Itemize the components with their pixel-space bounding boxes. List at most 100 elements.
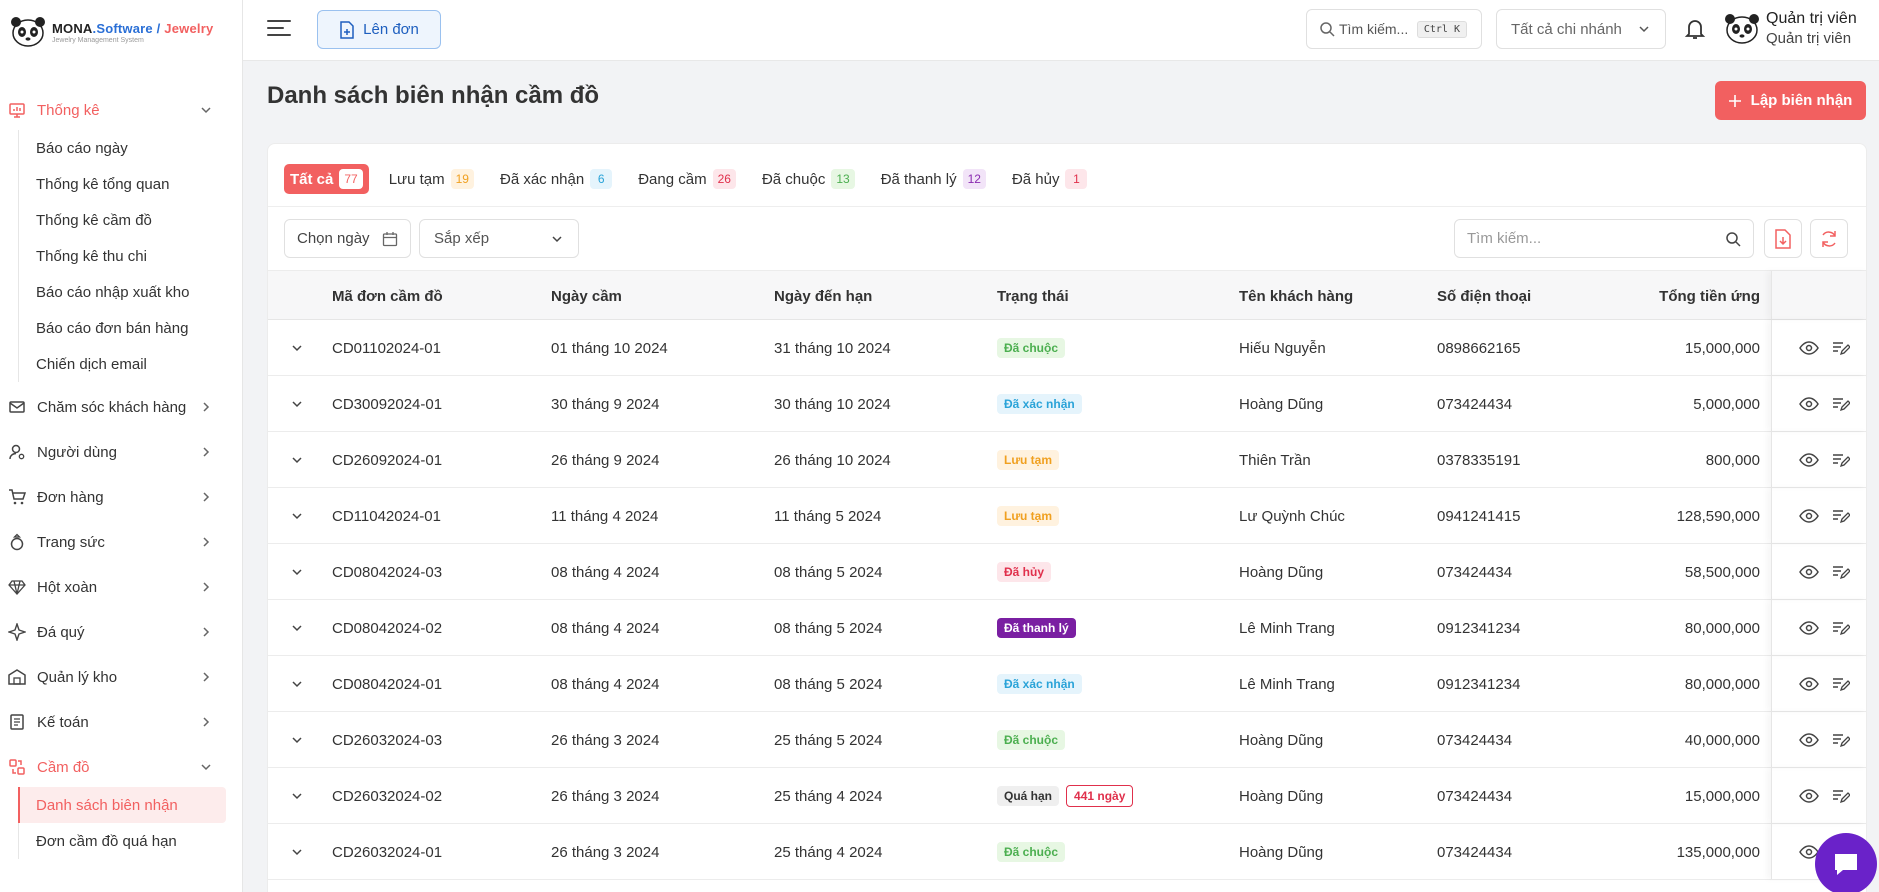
column-header[interactable]: Ngày đến hạn bbox=[774, 271, 872, 321]
chevron-right-icon bbox=[199, 490, 213, 504]
sidebar-item-chien-dich-email[interactable]: Chiến dịch email bbox=[19, 346, 243, 382]
sidebar-item-thong-ke-tong-quan[interactable]: Thống kê tổng quan bbox=[19, 166, 243, 202]
add-receipt-button[interactable]: Lập biên nhận bbox=[1715, 81, 1866, 120]
sort-select[interactable]: Sắp xếp bbox=[419, 219, 579, 258]
sidebar-group-trang-suc[interactable]: Trang sức bbox=[0, 522, 243, 562]
global-search-button[interactable]: Tìm kiếm... Ctrl K bbox=[1306, 9, 1482, 49]
sidebar-item-thong-ke-cam-do[interactable]: Thống kê cầm đồ bbox=[19, 202, 243, 238]
table-row[interactable]: CD01102024-01 01 tháng 10 2024 31 tháng 10… bbox=[268, 320, 1866, 376]
notification-bell-icon[interactable] bbox=[1684, 17, 1706, 41]
edit-icon[interactable] bbox=[1832, 564, 1851, 584]
column-header[interactable]: Trạng thái bbox=[997, 271, 1069, 321]
create-order-button[interactable]: Lên đơn bbox=[317, 10, 441, 49]
ledger-icon bbox=[8, 713, 26, 731]
edit-icon[interactable] bbox=[1832, 508, 1851, 528]
expand-row-icon[interactable] bbox=[285, 376, 309, 432]
view-eye-icon[interactable] bbox=[1799, 789, 1819, 807]
edit-icon[interactable] bbox=[1832, 340, 1851, 360]
sidebar-group-label: Thống kê bbox=[37, 101, 100, 119]
column-header[interactable]: Ngày cầm bbox=[551, 271, 622, 321]
sidebar-item-don-cam-do-qua-han[interactable]: Đơn cầm đồ quá hạn bbox=[19, 823, 243, 859]
status-tab[interactable]: Lưu tạm 19 bbox=[383, 164, 480, 194]
sidebar-item-thong-ke-thu-chi[interactable]: Thống kê thu chi bbox=[19, 238, 243, 274]
expand-row-icon[interactable] bbox=[285, 768, 309, 824]
status-tab[interactable]: Đã chuộc 13 bbox=[756, 164, 861, 194]
table-row[interactable]: CD26032024-03 26 tháng 3 2024 25 tháng 5 2… bbox=[268, 712, 1866, 768]
view-eye-icon[interactable] bbox=[1799, 565, 1819, 583]
export-button[interactable] bbox=[1764, 219, 1802, 258]
view-eye-icon[interactable] bbox=[1799, 453, 1819, 471]
table-row[interactable]: CD11042024-01 11 tháng 4 2024 11 tháng 5 2… bbox=[268, 488, 1866, 544]
edit-icon[interactable] bbox=[1832, 676, 1851, 696]
status-tab[interactable]: Tất cả 77 bbox=[284, 164, 369, 194]
table-row[interactable]: CD26032024-01 26 tháng 3 2024 25 tháng 4 2… bbox=[268, 824, 1866, 880]
expand-row-icon[interactable] bbox=[285, 432, 309, 488]
table-row[interactable]: CD08042024-01 08 tháng 4 2024 08 tháng 5 2… bbox=[268, 656, 1866, 712]
sidebar-item-bao-cao-ngay[interactable]: Báo cáo ngày bbox=[19, 130, 243, 166]
column-header[interactable]: Số điện thoại bbox=[1437, 271, 1531, 321]
sidebar-group-da-quy[interactable]: Đá quý bbox=[0, 612, 243, 652]
sidebar-group-hot-xoan[interactable]: Hột xoàn bbox=[0, 567, 243, 607]
refresh-button[interactable] bbox=[1810, 219, 1848, 258]
phone-number: 0912341234 bbox=[1437, 675, 1521, 693]
status-tab-count: 12 bbox=[962, 169, 986, 189]
edit-icon[interactable] bbox=[1832, 788, 1851, 808]
view-eye-icon[interactable] bbox=[1799, 341, 1819, 359]
status-badge: Đã chuộc bbox=[997, 842, 1066, 862]
sidebar-group-ke-toan[interactable]: Kế toán bbox=[0, 702, 243, 742]
status-tab[interactable]: Đã thanh lý 12 bbox=[875, 164, 992, 194]
user-menu[interactable]: Quản trị viên Quản trị viên bbox=[1724, 9, 1857, 49]
edit-icon[interactable] bbox=[1832, 620, 1851, 640]
view-eye-icon[interactable] bbox=[1799, 733, 1819, 751]
status-tab[interactable]: Đã xác nhận 6 bbox=[494, 164, 618, 194]
row-actions bbox=[1771, 600, 1866, 655]
expand-row-icon[interactable] bbox=[285, 824, 309, 880]
date-picker[interactable]: Chọn ngày bbox=[284, 219, 411, 258]
sidebar-item-danh-sach-bien-nhan[interactable]: Danh sách biên nhận bbox=[18, 787, 226, 823]
column-header[interactable]: Tổng tiền ứng bbox=[1659, 271, 1760, 321]
sidebar-group-quan-ly-kho[interactable]: Quản lý kho bbox=[0, 657, 243, 697]
column-header[interactable]: Tên khách hàng bbox=[1239, 271, 1353, 321]
row-actions bbox=[1771, 432, 1866, 487]
table-row[interactable]: CD08042024-02 08 tháng 4 2024 08 tháng 5 2… bbox=[268, 600, 1866, 656]
expand-row-icon[interactable] bbox=[285, 320, 309, 376]
branch-select[interactable]: Tất cả chi nhánh bbox=[1496, 9, 1666, 49]
sidebar-group-cam-do[interactable]: Cầm đồ bbox=[0, 747, 243, 787]
menu-toggle-icon[interactable] bbox=[267, 18, 291, 38]
status-tab[interactable]: Đang cầm 26 bbox=[632, 164, 742, 194]
chevron-down-icon bbox=[1639, 26, 1649, 33]
table-row[interactable]: CD26032024-02 26 tháng 3 2024 25 tháng 4 2… bbox=[268, 768, 1866, 824]
expand-row-icon[interactable] bbox=[285, 544, 309, 600]
column-header[interactable]: Mã đơn cầm đồ bbox=[332, 271, 443, 321]
table-row[interactable]: CD30092024-01 30 tháng 9 2024 30 tháng 10 … bbox=[268, 376, 1866, 432]
view-eye-icon[interactable] bbox=[1799, 397, 1819, 415]
status-tab[interactable]: Đã hủy 1 bbox=[1006, 164, 1094, 194]
edit-icon[interactable] bbox=[1832, 452, 1851, 472]
brand-logo[interactable]: MONA.Software / Jewelry Jewelry Manageme… bbox=[10, 14, 213, 50]
expand-row-icon[interactable] bbox=[285, 712, 309, 768]
sidebar-item-bao-cao-nhap-xuat-kho[interactable]: Báo cáo nhập xuất kho bbox=[19, 274, 243, 310]
view-eye-icon[interactable] bbox=[1799, 509, 1819, 527]
expand-row-icon[interactable] bbox=[285, 656, 309, 712]
sidebar-group-cham-soc-khach-hang[interactable]: Chăm sóc khách hàng bbox=[0, 387, 243, 427]
sidebar-item-bao-cao-don-ban-hang[interactable]: Báo cáo đơn bán hàng bbox=[19, 310, 243, 346]
view-eye-icon[interactable] bbox=[1799, 621, 1819, 639]
view-eye-icon[interactable] bbox=[1799, 677, 1819, 695]
table-search-input[interactable]: Tìm kiếm... bbox=[1454, 219, 1754, 258]
table-row[interactable]: CD08042024-03 08 tháng 4 2024 08 tháng 5 2… bbox=[268, 544, 1866, 600]
receipt-code: CD26092024-01 bbox=[332, 451, 443, 469]
chat-widget-button[interactable] bbox=[1815, 833, 1877, 892]
expand-row-icon[interactable] bbox=[285, 600, 309, 656]
table-row[interactable]: CD26092024-01 26 tháng 9 2024 26 tháng 10 … bbox=[268, 432, 1866, 488]
sidebar-group-thong-ke[interactable]: Thống kê bbox=[0, 90, 243, 130]
edit-icon[interactable] bbox=[1832, 732, 1851, 752]
expand-row-icon[interactable] bbox=[285, 488, 309, 544]
pawn-date: 30 tháng 9 2024 bbox=[551, 395, 660, 413]
phone-number: 073424434 bbox=[1437, 787, 1513, 805]
status-badge: Lưu tạm bbox=[997, 506, 1060, 526]
status-tab-label: Đã chuộc bbox=[761, 170, 826, 188]
sidebar-group-nguoi-dung[interactable]: Người dùng bbox=[0, 432, 243, 472]
status-tab-count: 26 bbox=[712, 169, 736, 189]
sidebar-group-don-hang[interactable]: Đơn hàng bbox=[0, 477, 243, 517]
edit-icon[interactable] bbox=[1832, 396, 1851, 416]
